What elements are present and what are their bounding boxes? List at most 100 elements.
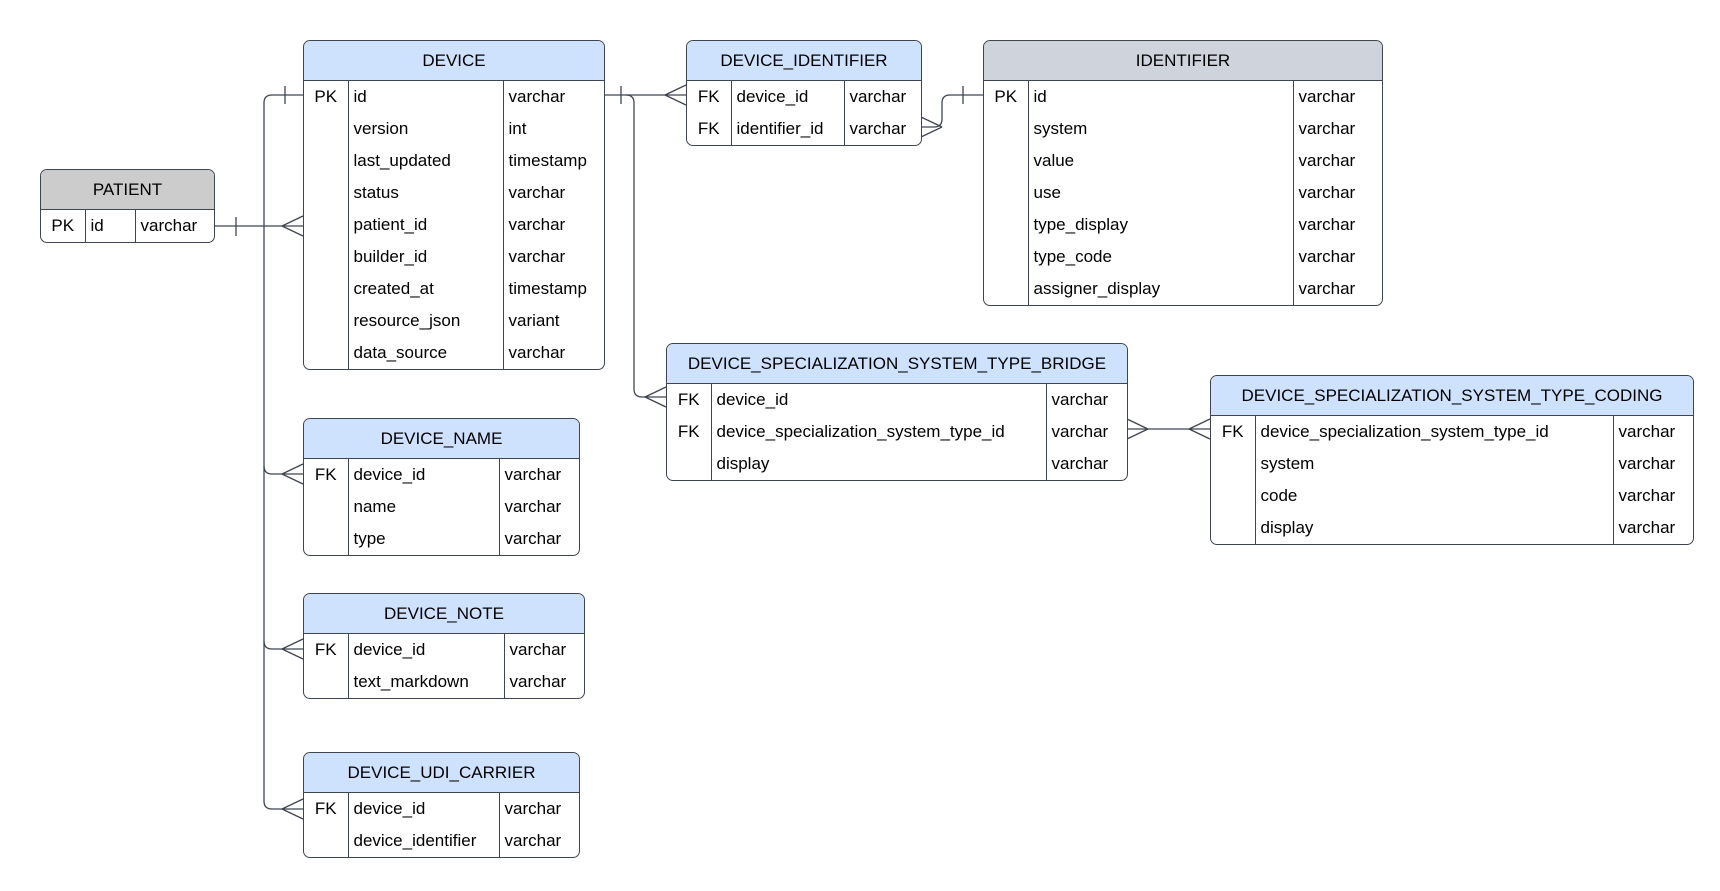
column-key: FK <box>304 634 349 666</box>
crowfoot-marker <box>1188 418 1211 430</box>
column-row[interactable]: created_at timestamp <box>304 273 604 305</box>
column-name: resource_json <box>353 311 461 330</box>
column-type: varchar <box>498 523 579 555</box>
column-row[interactable]: device_identifier varchar <box>304 825 579 857</box>
connector-device-device-name <box>263 463 304 485</box>
column-row[interactable]: system varchar <box>1211 448 1693 480</box>
entity-device-specialization-system-type-bridge[interactable]: DEVICE_SPECIALIZATION_SYSTEM_TYPE_BRIDGE… <box>666 343 1128 481</box>
entity-identifier[interactable]: IDENTIFIER PK id varchar system varchar val… <box>983 40 1383 306</box>
column-row[interactable]: use varchar <box>984 177 1382 209</box>
entity-device-note[interactable]: DEVICE_NOTE FK device_id varchar text_mark… <box>303 593 585 699</box>
column-row[interactable]: FK identifier_id varchar <box>687 113 921 145</box>
column-key <box>984 113 1029 145</box>
column-name: version <box>353 119 409 138</box>
column-type: varchar <box>498 793 579 825</box>
column-key: PK <box>984 81 1029 113</box>
column-key <box>1211 512 1256 544</box>
column-name: created_at <box>353 279 434 298</box>
column-row[interactable]: patient_id varchar <box>304 209 604 241</box>
column-type: varchar <box>502 209 604 241</box>
column-name: device_id <box>353 465 426 484</box>
column-name: id <box>90 216 104 235</box>
column-key: FK <box>304 459 349 491</box>
column-row[interactable]: assigner_display varchar <box>984 273 1382 305</box>
column-row[interactable]: FK device_id varchar <box>687 81 921 113</box>
column-row[interactable]: name varchar <box>304 491 579 523</box>
column-type: varchar <box>1292 81 1382 113</box>
connector-device-bridge <box>625 94 667 408</box>
column-row[interactable]: type varchar <box>304 523 579 555</box>
column-name: device_specialization_system_type_id <box>1260 422 1549 441</box>
crowfoot-marker <box>664 84 687 96</box>
column-row[interactable]: PK id varchar <box>304 81 604 113</box>
column-row[interactable]: FK device_id varchar <box>304 459 579 491</box>
column-name: identifier_id <box>736 119 824 138</box>
connector-device-children-trunk <box>263 86 303 810</box>
column-row[interactable]: PK id varchar <box>41 210 214 242</box>
column-name: value <box>1033 151 1075 170</box>
column-row[interactable]: PK id varchar <box>984 81 1382 113</box>
entity-title: DEVICE_NOTE <box>304 594 584 634</box>
column-type: variant <box>502 305 604 337</box>
crowfoot-marker <box>281 798 304 810</box>
column-row[interactable]: FK device_id varchar <box>667 384 1127 416</box>
connector-device-device-identifier <box>605 84 687 106</box>
entity-title: DEVICE <box>304 41 604 81</box>
column-row[interactable]: version int <box>304 113 604 145</box>
column-row[interactable]: resource_json variant <box>304 305 604 337</box>
column-row[interactable]: system varchar <box>984 113 1382 145</box>
column-row[interactable]: FK device_specialization_system_type_id va… <box>1211 416 1693 448</box>
entity-columns: PK id varchar system varchar value varchar u… <box>984 81 1382 305</box>
column-key <box>984 273 1029 305</box>
column-name: device_id <box>353 640 426 659</box>
column-key <box>984 177 1029 209</box>
entity-title: PATIENT <box>41 170 214 210</box>
column-row[interactable]: FK device_id varchar <box>304 634 584 666</box>
column-key <box>304 241 349 273</box>
column-row[interactable]: display varchar <box>667 448 1127 480</box>
entity-device-name[interactable]: DEVICE_NAME FK device_id varchar name varch… <box>303 418 580 556</box>
column-type: varchar <box>843 81 921 113</box>
column-row[interactable]: code varchar <box>1211 480 1693 512</box>
column-type: varchar <box>134 210 214 242</box>
column-row[interactable]: display varchar <box>1211 512 1693 544</box>
column-row[interactable]: FK device_id varchar <box>304 793 579 825</box>
column-name: device_specialization_system_type_id <box>716 422 1005 441</box>
column-key: FK <box>304 793 349 825</box>
column-name: patient_id <box>353 215 428 234</box>
column-row[interactable]: text_markdown varchar <box>304 666 584 698</box>
column-key <box>304 145 349 177</box>
column-name: type_display <box>1033 215 1129 234</box>
column-name: id <box>1033 87 1047 106</box>
column-name: type <box>353 529 386 548</box>
column-row[interactable]: last_updated timestamp <box>304 145 604 177</box>
column-row[interactable]: type_display varchar <box>984 209 1382 241</box>
entity-patient[interactable]: PATIENT PK id varchar <box>40 169 215 243</box>
entity-device-specialization-system-type-coding[interactable]: DEVICE_SPECIALIZATION_SYSTEM_TYPE_CODING… <box>1210 375 1694 545</box>
column-key <box>984 209 1029 241</box>
entity-columns: FK device_id varchar text_markdown varchar <box>304 634 584 698</box>
column-type: varchar <box>1292 177 1382 209</box>
entity-device-identifier[interactable]: DEVICE_IDENTIFIER FK device_id varchar FK i… <box>686 40 922 146</box>
column-key <box>667 448 712 480</box>
column-key: FK <box>667 416 712 448</box>
column-row[interactable]: data_source varchar <box>304 337 604 369</box>
column-name: status <box>353 183 399 202</box>
column-row[interactable]: status varchar <box>304 177 604 209</box>
column-row[interactable]: type_code varchar <box>984 241 1382 273</box>
column-type: varchar <box>1045 416 1127 448</box>
entity-device-udi-carrier[interactable]: DEVICE_UDI_CARRIER FK device_id varchar de… <box>303 752 580 858</box>
column-key <box>304 337 349 369</box>
column-row[interactable]: value varchar <box>984 145 1382 177</box>
column-key <box>304 666 349 698</box>
column-key <box>304 177 349 209</box>
column-key: FK <box>667 384 712 416</box>
column-row[interactable]: builder_id varchar <box>304 241 604 273</box>
column-name: device_id <box>736 87 809 106</box>
column-key <box>304 113 349 145</box>
column-row[interactable]: FK device_specialization_system_type_id va… <box>667 416 1127 448</box>
column-type: varchar <box>502 337 604 369</box>
entity-device[interactable]: DEVICE PK id varchar version int last_updat… <box>303 40 605 370</box>
column-key <box>304 491 349 523</box>
connector-patient-device <box>214 215 304 237</box>
